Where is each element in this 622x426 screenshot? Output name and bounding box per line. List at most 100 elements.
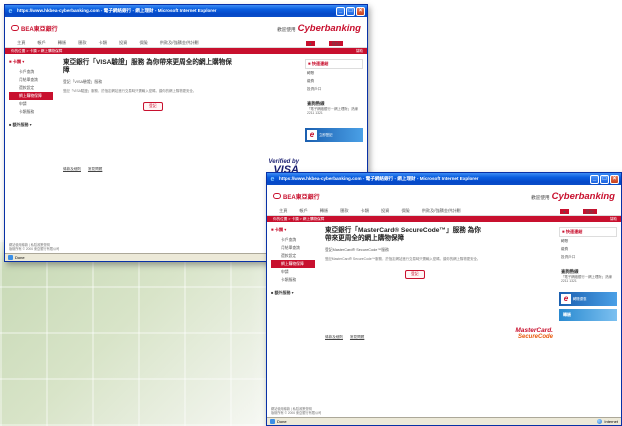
nav-item-mpf[interactable]: 供款及/強積金供計劃 bbox=[422, 208, 461, 214]
title-bar[interactable]: e https://www.hkbea-cyberbanking.com - 電… bbox=[267, 173, 621, 185]
nav-item-cards[interactable]: 卡類 bbox=[99, 40, 107, 46]
sidebar-item-card-enquiry[interactable]: 卡戶查詢 bbox=[9, 68, 57, 76]
banner-2-text: 轉賬 bbox=[563, 311, 571, 317]
sidebar-item-card-services[interactable]: 卡類服務 bbox=[271, 276, 319, 284]
banner-text: 轉賬優惠 bbox=[573, 297, 587, 302]
internet-zone-icon bbox=[597, 419, 603, 424]
breadcrumb: 你的位置 > 卡類 > 網上購物保障 bbox=[273, 217, 325, 221]
nav-item-accounts[interactable]: 帳戶 bbox=[299, 208, 307, 214]
bank-logo[interactable]: BEA東亞銀行 bbox=[11, 24, 58, 33]
nav-item-cards[interactable]: 卡類 bbox=[361, 208, 369, 214]
breadcrumb-bar: 你的位置 > 卡類 > 網上購物保障 幫助 bbox=[267, 216, 621, 222]
minimize-button[interactable]: _ bbox=[590, 174, 599, 184]
cyberbanking-brand: Cyberbanking bbox=[551, 190, 615, 202]
maximize-button[interactable]: □ bbox=[600, 174, 609, 184]
page-headline: 東亞銀行「VISA驗證」服務 為你帶來更周全的網上購物保障 bbox=[63, 59, 232, 74]
close-button[interactable]: × bbox=[356, 6, 365, 16]
logout-button[interactable]: 登出 bbox=[582, 208, 597, 214]
nav-item-accounts[interactable]: 帳戶 bbox=[37, 40, 45, 46]
quick-link-transfer[interactable]: 轉賬 bbox=[305, 69, 363, 77]
quick-link-investment[interactable]: 投資戶口 bbox=[559, 253, 617, 261]
sidebar-item-apply[interactable]: 申請 bbox=[271, 268, 319, 276]
title-bar[interactable]: e https://www.hkbea-cyberbanking.com - 電… bbox=[5, 5, 367, 17]
faq-link[interactable]: 常見問題 bbox=[88, 167, 102, 171]
close-button[interactable]: × bbox=[610, 174, 619, 184]
help-link[interactable]: 幫助 bbox=[610, 216, 621, 222]
nav-item-home[interactable]: 主頁 bbox=[279, 208, 287, 214]
header-tools: ● 登出 bbox=[304, 40, 355, 46]
minimize-button[interactable]: _ bbox=[336, 6, 345, 16]
top-navigation: 主頁 帳戶 轉賬 匯款 卡類 投資 保險 供款及/強積金供計劃 ● 登出 bbox=[267, 207, 621, 216]
sidebar-item-card-enquiry[interactable]: 卡戶查詢 bbox=[271, 236, 319, 244]
status-text: Done bbox=[15, 255, 25, 260]
hotline-number: 2211 1321 bbox=[561, 279, 577, 284]
cyberbanking-brand: Cyberbanking bbox=[297, 22, 361, 34]
nav-item-transfer[interactable]: 轉賬 bbox=[58, 40, 66, 46]
banner-text: 立即登記 bbox=[319, 133, 333, 138]
promo-banner[interactable]: e 立即登記 bbox=[305, 127, 363, 142]
page-done-icon bbox=[270, 419, 275, 424]
nav-item-insurance[interactable]: 保險 bbox=[401, 208, 409, 214]
sidebar-item-apply[interactable]: 申請 bbox=[9, 100, 57, 108]
sidebar-heading-cards[interactable]: ■ 卡類 ▾ bbox=[271, 227, 319, 233]
quick-link-bill[interactable]: 繳費 bbox=[559, 245, 617, 253]
nav-item-transfer[interactable]: 轉賬 bbox=[320, 208, 328, 214]
help-link[interactable]: 幫助 bbox=[356, 48, 367, 54]
nav-item-investment[interactable]: 投資 bbox=[119, 40, 127, 46]
sidebar-item-online-shopping[interactable]: 網上購物保障 bbox=[271, 260, 315, 268]
status-zone: Internet bbox=[595, 419, 618, 424]
page-body: ■ 卡類 ▾ 卡戶查詢 月結單查詢 還款設定 網上購物保障 申請 卡類服務 ■ … bbox=[267, 223, 621, 417]
sidebar-item-statement[interactable]: 月結單查詢 bbox=[271, 244, 319, 252]
tool-button[interactable]: ● bbox=[560, 208, 569, 214]
tool-button[interactable]: ● bbox=[306, 40, 315, 46]
bea-logo-icon bbox=[273, 193, 281, 199]
register-button[interactable]: 登記 bbox=[143, 101, 163, 111]
page-footer: 網站使用條款 | 私隱政策聲明 版權所有 © 2006 東亞銀行有限公司 bbox=[9, 243, 59, 251]
register-button[interactable]: 登記 bbox=[405, 269, 425, 279]
top-navigation: 主頁 帳戶 轉賬 匯款 卡類 投資 保險 供款及/強積金供計劃 ● 登出 bbox=[5, 39, 367, 48]
web-page: BEA東亞銀行 歡迎使用 Cyberbanking 主頁 帳戶 轉賬 匯款 卡類… bbox=[267, 185, 621, 417]
logout-button[interactable]: 登出 bbox=[328, 40, 343, 46]
nav-item-remittance[interactable]: 匯款 bbox=[340, 208, 348, 214]
header-brand: 歡迎使用 Cyberbanking bbox=[531, 191, 615, 202]
ie-icon: e bbox=[8, 7, 13, 15]
faq-link[interactable]: 常見問題 bbox=[350, 335, 364, 339]
sidebar-item-card-services[interactable]: 卡類服務 bbox=[9, 108, 57, 116]
sidebar-heading-extra[interactable]: ■ 額外服務 ▾ bbox=[271, 290, 319, 296]
bank-name: BEA東亞銀行 bbox=[21, 26, 58, 33]
quick-links-heading: ■ 快速連結 bbox=[305, 59, 363, 69]
terms-link[interactable]: 條款及細則 bbox=[63, 167, 81, 171]
sidebar-item-repayment[interactable]: 還款設定 bbox=[271, 252, 319, 260]
sidebar-heading-cards[interactable]: ■ 卡類 ▾ bbox=[9, 59, 57, 65]
quick-link-investment[interactable]: 投資戶口 bbox=[305, 85, 363, 93]
nav-item-home[interactable]: 主頁 bbox=[17, 40, 25, 46]
bank-header: BEA東亞銀行 歡迎使用 Cyberbanking bbox=[267, 185, 621, 207]
left-sidebar: ■ 卡類 ▾ 卡戶查詢 月結單查詢 還款設定 網上購物保障 申請 卡類服務 ■ … bbox=[5, 55, 57, 253]
quick-link-transfer[interactable]: 轉賬 bbox=[559, 237, 617, 245]
browser-window-mastercard[interactable]: e https://www.hkbea-cyberbanking.com - 電… bbox=[266, 172, 622, 426]
register-subtitle: 登記MasterCard® SecureCode™服務 bbox=[325, 248, 389, 252]
quick-link-bill[interactable]: 繳費 bbox=[305, 77, 363, 85]
sidebar-item-statement[interactable]: 月結單查詢 bbox=[9, 76, 57, 84]
nav-item-mpf[interactable]: 供款及/強積金供計劃 bbox=[160, 40, 199, 46]
promo-banner[interactable]: e 轉賬優惠 bbox=[559, 291, 617, 306]
nav-item-insurance[interactable]: 保險 bbox=[139, 40, 147, 46]
e-logo-icon: e bbox=[561, 293, 571, 304]
promo-banner-2[interactable]: 轉賬 bbox=[559, 308, 617, 321]
breadcrumb: 你的位置 > 卡類 > 網上購物保障 bbox=[11, 49, 63, 53]
sidebar-item-repayment[interactable]: 還款設定 bbox=[9, 84, 57, 92]
nav-item-investment[interactable]: 投資 bbox=[381, 208, 389, 214]
header-tools: ● 登出 bbox=[558, 208, 609, 214]
terms-link[interactable]: 條款及細則 bbox=[325, 335, 343, 339]
quick-links-heading: ■ 快速連結 bbox=[559, 227, 617, 237]
content-links: 條款及細則 常見問題 bbox=[63, 167, 108, 172]
sidebar-heading-extra[interactable]: ■ 額外服務 ▾ bbox=[9, 122, 57, 128]
nav-item-remittance[interactable]: 匯款 bbox=[78, 40, 86, 46]
mastercard-text: MasterCard. bbox=[515, 327, 553, 334]
bank-logo[interactable]: BEA東亞銀行 bbox=[273, 192, 320, 201]
welcome-text: 歡迎使用 bbox=[277, 26, 296, 32]
main-content: 東亞銀行「MasterCard® SecureCode™」服務 為你帶來更周全的… bbox=[319, 223, 557, 417]
maximize-button[interactable]: □ bbox=[346, 6, 355, 16]
sidebar-item-online-shopping[interactable]: 網上購物保障 bbox=[9, 92, 53, 100]
zone-text: Internet bbox=[604, 419, 618, 424]
